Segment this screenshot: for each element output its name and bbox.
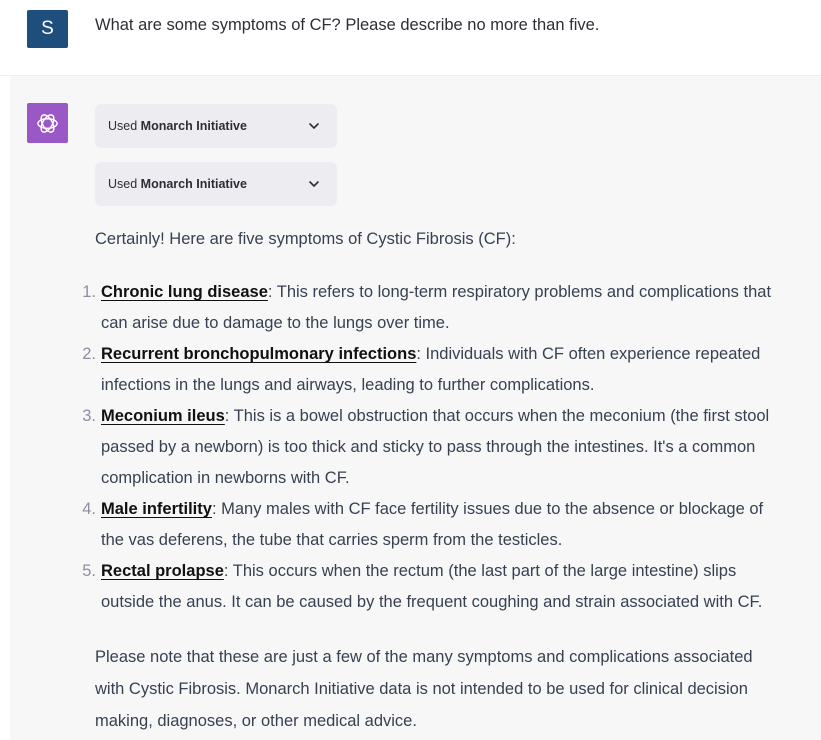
- symptom-term: Chronic lung disease: [101, 283, 268, 301]
- user-avatar: S: [27, 10, 68, 48]
- list-item: 5. Rectal prolapse: This occurs when the…: [0, 556, 821, 618]
- assistant-intro-text: Certainly! Here are five symptoms of Cys…: [95, 230, 516, 248]
- symptom-description: : This is a bowel obstruction that occur…: [224, 407, 770, 425]
- list-item: 2. Recurrent bronchopulmonary infections…: [0, 339, 821, 401]
- assistant-avatar: [27, 103, 68, 143]
- plugin-name: Monarch Initiative: [140, 119, 247, 133]
- list-item: 3. Meconium ileus: This is a bowel obstr…: [0, 401, 821, 494]
- symptom-description: the vas deferens, the tube that carries …: [101, 531, 563, 549]
- plugin-used-dropdown[interactable]: Used Monarch Initiative: [95, 104, 337, 148]
- symptom-list: 1. Chronic lung disease: This refers to …: [0, 277, 821, 618]
- user-message-text: What are some symptoms of CF? Please des…: [95, 16, 600, 34]
- symptom-description: : Individuals with CF often experience r…: [416, 345, 761, 363]
- chevron-down-icon: [309, 123, 319, 129]
- list-number: 1.: [82, 283, 96, 301]
- closing-note-line: Please note that these are just a few of…: [95, 648, 753, 666]
- plugin-used-label: Used Monarch Initiative: [108, 119, 247, 133]
- chevron-down-icon: [309, 181, 319, 187]
- symptom-description: passed by a newborn) is too thick and st…: [101, 438, 756, 456]
- plugin-used-label: Used Monarch Initiative: [108, 177, 247, 191]
- list-number: 4.: [82, 500, 96, 518]
- user-message-row: S What are some symptoms of CF? Please d…: [0, 0, 821, 76]
- openai-logo-icon: [37, 114, 58, 133]
- symptom-description: infections in the lungs and airways, lea…: [101, 376, 595, 394]
- symptom-description: : This occurs when the rectum (the last …: [223, 562, 737, 580]
- list-number: 5.: [82, 562, 96, 580]
- symptom-term: Male infertility: [101, 500, 212, 518]
- list-item: 1. Chronic lung disease: This refers to …: [0, 277, 821, 339]
- chat-page: S What are some symptoms of CF? Please d…: [0, 0, 821, 740]
- list-number: 3.: [82, 407, 96, 425]
- plugin-used-dropdown[interactable]: Used Monarch Initiative: [95, 162, 337, 206]
- list-number: 2.: [82, 345, 96, 363]
- closing-note-line: with Cystic Fibrosis. Monarch Initiative…: [95, 680, 748, 698]
- plugin-name: Monarch Initiative: [140, 177, 247, 191]
- symptom-term: Rectal prolapse: [101, 562, 224, 580]
- symptom-description: : This refers to long-term respiratory p…: [267, 283, 772, 301]
- assistant-closing-note: Please note that these are just a few of…: [95, 641, 753, 737]
- symptom-description: : Many males with CF face fertility issu…: [211, 500, 764, 518]
- symptom-description: outside the anus. It can be caused by th…: [101, 593, 763, 611]
- symptom-term: Meconium ileus: [101, 407, 225, 425]
- symptom-description: complication in newborns with CF.: [101, 469, 350, 487]
- symptom-description: can arise due to damage to the lungs ove…: [101, 314, 450, 332]
- closing-note-line: making, diagnoses, or other medical advi…: [95, 712, 417, 730]
- list-item: 4. Male infertility: Many males with CF …: [0, 494, 821, 556]
- symptom-term: Recurrent bronchopulmonary infections: [101, 345, 417, 363]
